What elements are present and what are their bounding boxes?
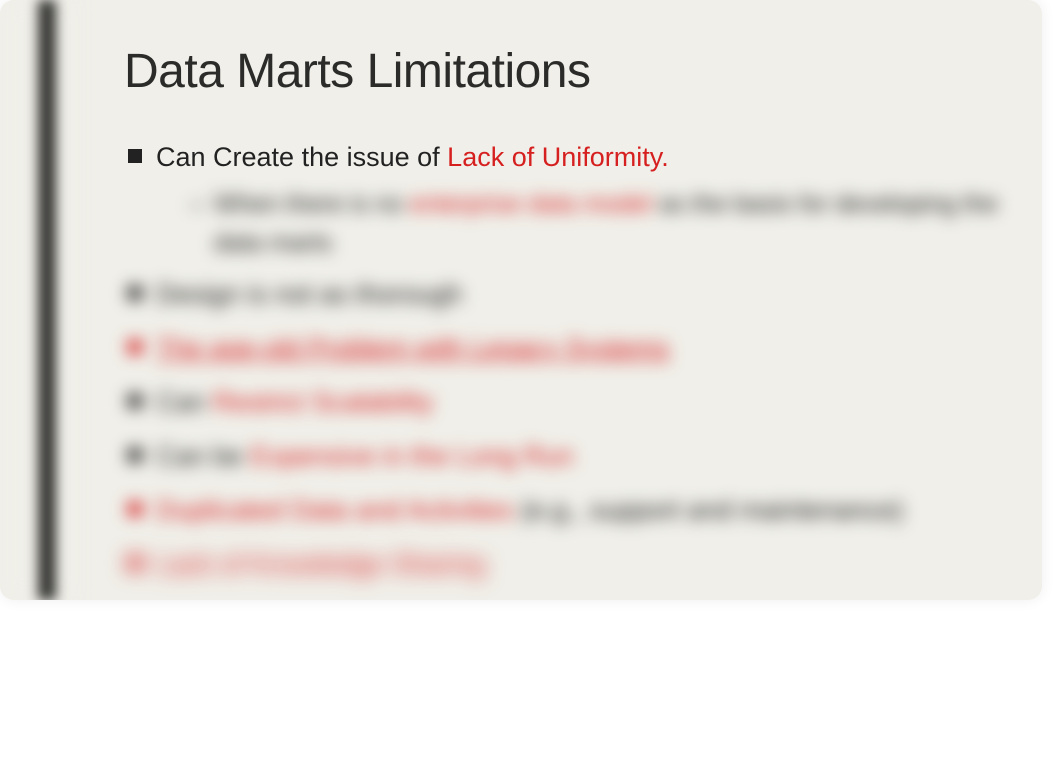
slide-content: Data Marts Limitations Can Create the is… (116, 44, 1002, 597)
bullet6-suffix: (e.g., support and maintenance) (521, 495, 904, 525)
bullet1-prefix: Can Create the issue of (156, 142, 447, 172)
bullet-list: Can Create the issue of Lack of Uniformi… (116, 137, 1002, 585)
sub-item-1: When there is no enterprise data model a… (186, 185, 1002, 263)
bullet3-red: The age-old Problem with Legacy Systems (156, 333, 669, 363)
bullet2-text: Design is not as thorough (156, 279, 462, 309)
slide-title: Data Marts Limitations (124, 44, 1002, 99)
sub1-part1: When there is no (214, 190, 410, 218)
bullet-item-3: The age-old Problem with Legacy Systems (116, 328, 1002, 370)
bullet1-red: Lack of Uniformity. (447, 142, 669, 172)
slide: Data Marts Limitations Can Create the is… (0, 0, 1042, 600)
bullet6-red: Duplicated Data and Activities (156, 495, 521, 525)
bullet-item-6: Duplicated Data and Activities (e.g., su… (116, 490, 1002, 532)
bullet-item-7: Lack of Knowledge Sharing (116, 544, 1002, 586)
sub-list-1: When there is no enterprise data model a… (186, 185, 1002, 263)
bullet-item-4: Can Restrict Scalability (116, 382, 1002, 424)
bullet5-red: Expensive in the Long Run (251, 441, 574, 471)
bullet-item-1: Can Create the issue of Lack of Uniformi… (116, 137, 1002, 262)
bullet7-red: Lack of Knowledge Sharing (156, 549, 485, 579)
sub1-red: enterprise data model (410, 190, 659, 218)
side-accent-bar (38, 0, 56, 600)
bullet4-red: Restrict Scalability (213, 387, 434, 417)
left-edge-blur (0, 0, 70, 600)
bullet5-prefix: Can be (156, 441, 251, 471)
bullet-item-2: Design is not as thorough (116, 274, 1002, 316)
bullet-item-5: Can be Expensive in the Long Run (116, 436, 1002, 478)
bullet4-prefix: Can (156, 387, 213, 417)
